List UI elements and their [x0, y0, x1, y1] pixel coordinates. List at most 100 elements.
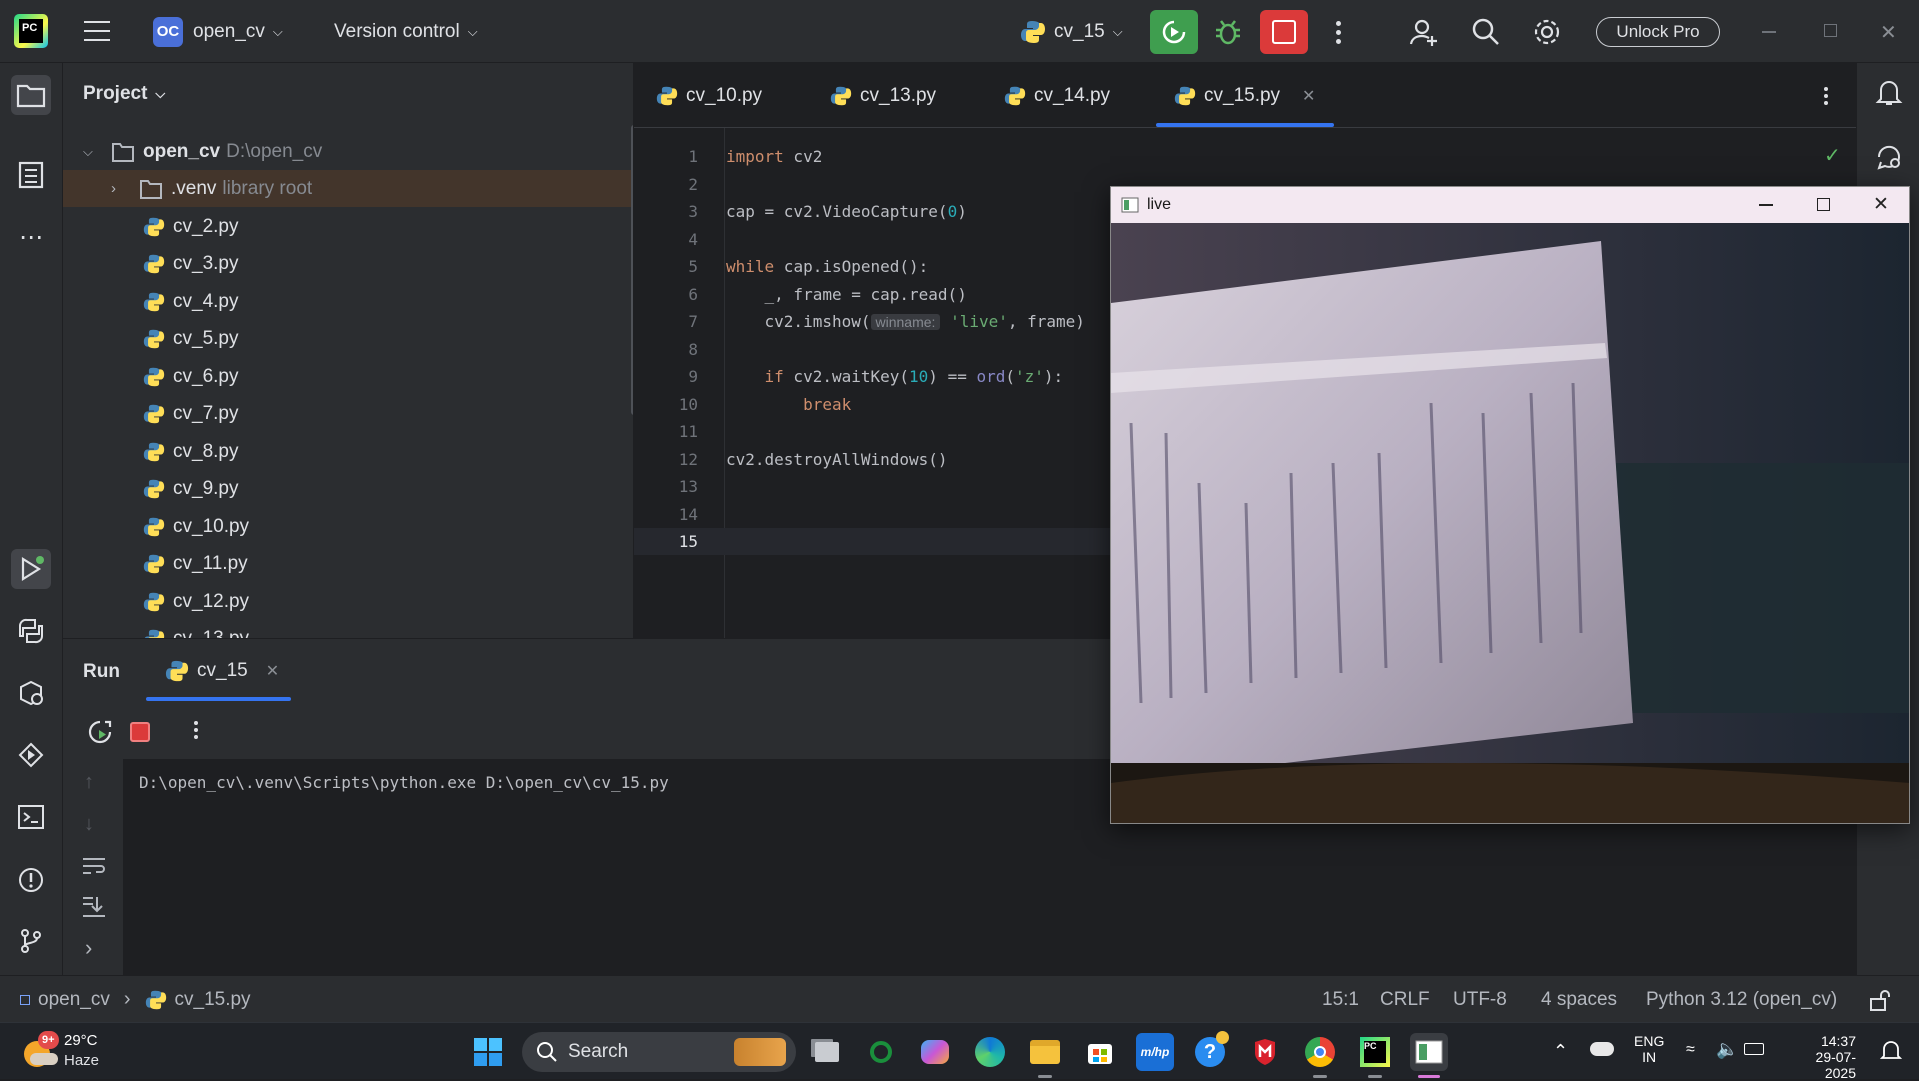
hp-app-icon[interactable]: m/hp [1136, 1033, 1174, 1071]
tree-file-item[interactable]: cv_3.py [63, 246, 633, 283]
python-interpreter[interactable]: Python 3.12 (open_cv) [1646, 976, 1837, 1023]
clock[interactable]: 14:37 29-07-2025 [1786, 1033, 1856, 1081]
tree-root-folder[interactable]: ⌵ open_cv D:\open_cv [63, 133, 633, 170]
python-packages-icon[interactable] [11, 673, 51, 713]
arrow-down-icon[interactable]: ↓ [84, 813, 94, 836]
onedrive-cloud-icon[interactable] [1590, 1042, 1614, 1056]
maximize-icon[interactable] [1817, 198, 1830, 211]
add-user-icon[interactable] [1408, 16, 1440, 53]
more-actions-icon[interactable] [193, 719, 199, 742]
git-branch-icon[interactable] [11, 921, 51, 961]
tab-cv-14[interactable]: cv_14.py [1004, 63, 1110, 128]
close-tab-icon[interactable]: ✕ [266, 661, 279, 681]
run-tool-icon[interactable] [11, 549, 51, 589]
tab-cv-15-active[interactable]: cv_15.py ✕ [1174, 63, 1315, 128]
close-icon[interactable]: ✕ [1880, 20, 1897, 45]
breadcrumb-project[interactable]: open_cv [38, 989, 110, 1011]
taskbar-search-box[interactable]: Search [522, 1032, 796, 1072]
breadcrumb-file[interactable]: cv_15.py [175, 989, 251, 1011]
chevron-right-icon[interactable]: › [85, 935, 92, 961]
project-folder-icon[interactable] [11, 75, 51, 115]
windows-start-icon[interactable] [469, 1033, 507, 1071]
chrome-browser-icon[interactable] [1301, 1033, 1339, 1071]
rerun-icon[interactable] [87, 719, 113, 750]
tree-file-item[interactable]: cv_9.py [63, 471, 633, 508]
live-window[interactable]: live ✕ [1110, 186, 1910, 824]
file-explorer-icon[interactable] [1026, 1033, 1064, 1071]
line-separator[interactable]: CRLF [1380, 976, 1430, 1023]
live-window-titlebar[interactable]: live ✕ [1111, 187, 1909, 223]
edge-browser-icon[interactable] [971, 1033, 1009, 1071]
settings-gear-icon[interactable] [1531, 16, 1563, 53]
code-token: ( [1005, 367, 1016, 386]
search-icon[interactable] [1470, 16, 1502, 53]
tree-file-item[interactable]: cv_11.py [63, 546, 633, 583]
minimize-icon[interactable] [1762, 31, 1776, 33]
soft-wrap-icon[interactable] [81, 855, 107, 882]
help-app-icon[interactable]: ? [1191, 1031, 1229, 1071]
vcs-menu[interactable]: Version control ⌵ [334, 0, 478, 63]
weather-desc: Haze [64, 1052, 100, 1069]
stop-icon[interactable] [130, 722, 150, 742]
minimize-icon[interactable] [1759, 204, 1773, 206]
unlock-pro-button[interactable]: Unlock Pro [1596, 17, 1720, 47]
stop-button[interactable] [1260, 10, 1308, 54]
close-icon[interactable]: ✕ [1873, 193, 1889, 216]
terminal-icon[interactable] [11, 797, 51, 837]
task-view-icon[interactable] [808, 1033, 846, 1071]
tab-cv-10[interactable]: cv_10.py [656, 63, 762, 128]
tree-file-item[interactable]: cv_2.py [63, 208, 633, 245]
indent-setting[interactable]: 4 spaces [1541, 976, 1617, 1023]
run-tab-cv15[interactable]: cv_15 ✕ [165, 653, 279, 689]
tab-cv-13[interactable]: cv_13.py [830, 63, 936, 128]
run-config-selector[interactable]: cv_15 ⌵ [1020, 0, 1123, 63]
tree-file-item[interactable]: cv_7.py [63, 396, 633, 433]
weather-icon[interactable]: 9+ [20, 1031, 60, 1071]
language-indicator[interactable]: ENG IN [1634, 1033, 1664, 1065]
tree-file-item[interactable]: cv_13.py [63, 621, 633, 638]
battery-icon[interactable] [1744, 1043, 1764, 1055]
close-tab-icon[interactable]: ✕ [1302, 86, 1315, 106]
debug-icon[interactable] [1212, 16, 1244, 48]
tree-venv-folder[interactable]: › .venv library root [63, 170, 633, 207]
readonly-lock-icon[interactable] [1868, 988, 1892, 1018]
scroll-to-end-icon[interactable] [81, 895, 107, 924]
ai-assistant-icon[interactable] [1875, 143, 1903, 176]
microsoft-store-icon[interactable] [1081, 1033, 1119, 1071]
tree-file-item[interactable]: cv_6.py [63, 358, 633, 395]
mcafee-icon[interactable] [1246, 1033, 1284, 1071]
python-file-icon [143, 292, 165, 311]
opencv-window-taskbar-icon[interactable] [1410, 1033, 1448, 1071]
tree-file-item[interactable]: cv_4.py [63, 283, 633, 320]
notification-center-icon[interactable] [1879, 1039, 1903, 1068]
python-console-icon[interactable] [11, 611, 51, 651]
tree-file-item[interactable]: cv_5.py [63, 321, 633, 358]
code-token: , frame) [1007, 312, 1085, 331]
more-actions-icon[interactable] [1334, 19, 1342, 45]
more-tools-icon[interactable]: ⋯ [11, 217, 51, 257]
restore-icon[interactable] [1824, 24, 1837, 37]
copilot-icon[interactable] [916, 1033, 954, 1071]
tree-file-item[interactable]: cv_10.py [63, 508, 633, 545]
volume-icon[interactable]: 🔈 [1716, 1039, 1738, 1060]
project-switcher[interactable]: OC open_cv ⌵ [153, 0, 283, 63]
chevron-up-icon[interactable]: ⌃ [1553, 1041, 1568, 1062]
caret-position[interactable]: 15:1 [1322, 976, 1359, 1023]
pycharm-logo[interactable]: PC [14, 14, 48, 48]
rerun-button[interactable] [1150, 10, 1198, 54]
main-menu-icon[interactable] [84, 19, 110, 41]
wifi-icon[interactable]: ≈ [1686, 1041, 1695, 1059]
arrow-up-icon[interactable]: ↑ [84, 771, 94, 794]
tree-file-item[interactable]: cv_12.py [63, 583, 633, 620]
pycharm-taskbar-icon[interactable]: PC [1356, 1033, 1394, 1071]
xbox-app-icon[interactable] [862, 1033, 900, 1071]
structure-icon[interactable] [11, 155, 51, 195]
file-encoding[interactable]: UTF-8 [1453, 976, 1507, 1023]
tabs-more-icon[interactable] [1823, 85, 1829, 108]
tree-file-item[interactable]: cv_8.py [63, 433, 633, 470]
project-panel-header[interactable]: Project ⌵ [83, 83, 165, 105]
problems-icon[interactable] [11, 860, 51, 900]
file-name: cv_8.py [173, 440, 239, 462]
notifications-bell-icon[interactable] [1875, 77, 1903, 112]
services-icon[interactable] [11, 735, 51, 775]
